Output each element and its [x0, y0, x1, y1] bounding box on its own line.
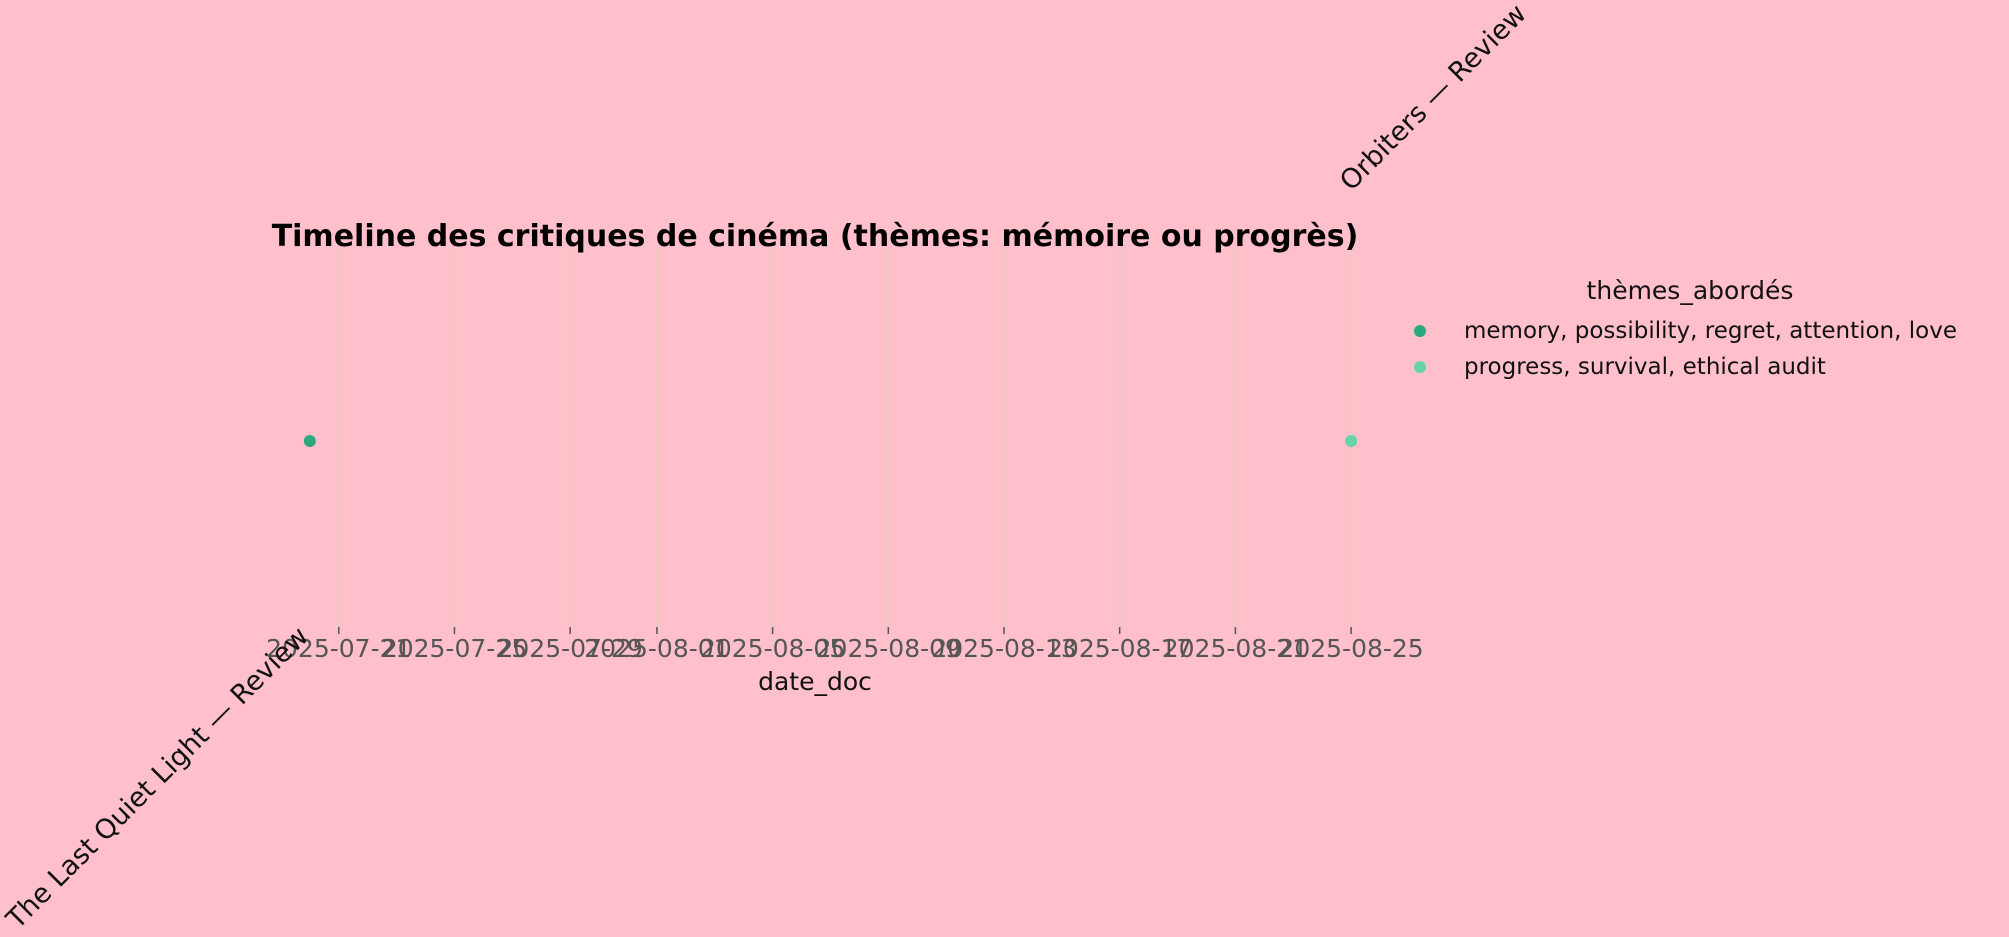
point-annotation: Orbiters — Review [1334, 0, 1533, 197]
x-axis-label: date_doc [758, 667, 872, 696]
data-points [303, 435, 1358, 447]
x-tick-label: 2025-08-25 [1278, 634, 1423, 663]
x-axis-ticks: 2025-07-212025-07-252025-07-292025-08-01… [266, 627, 1424, 663]
legend-marker-0 [1414, 325, 1426, 337]
legend-label-1: progress, survival, ethical audit [1464, 354, 1826, 380]
grid-lines [337, 248, 1353, 627]
legend-marker-1 [1414, 361, 1426, 373]
legend-title: thèmes_abordés [1587, 276, 1794, 305]
data-point [303, 435, 316, 447]
legend: thèmes_abordés memory, possibility, regr… [1414, 276, 1957, 380]
point-annotation: The Last Quiet Light — Review [0, 621, 315, 936]
timeline-chart: 2025-07-212025-07-252025-07-292025-08-01… [0, 0, 1957, 936]
legend-label-0: memory, possibility, regret, attention, … [1464, 318, 1957, 344]
chart-title: Timeline des critiques de cinéma (thèmes… [272, 219, 1359, 254]
point-annotations: The Last Quiet Light — Review Orbiters — … [0, 0, 1533, 936]
data-point [1345, 435, 1358, 447]
